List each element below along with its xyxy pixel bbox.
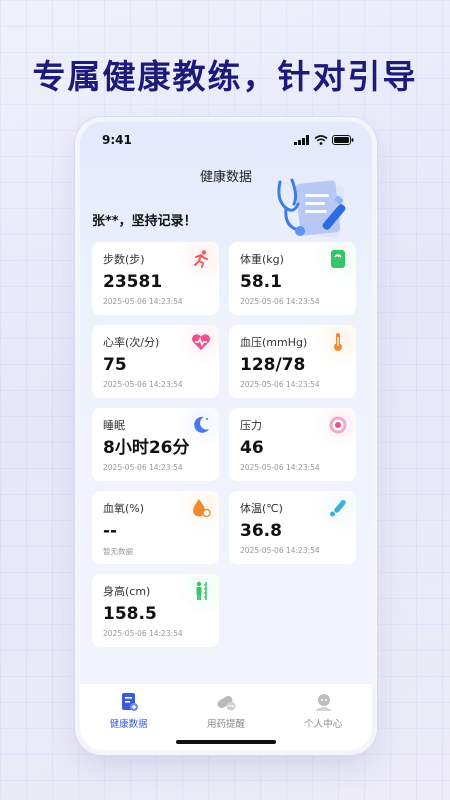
card-steps[interactable]: 步数(步) 23581 2025-05-06 14:23:54 — [92, 242, 219, 315]
signal-icon — [294, 135, 309, 145]
card-heart-rate[interactable]: 心率(次/分) 75 2025-05-06 14:23:54 — [92, 325, 219, 398]
card-stress[interactable]: 压力 46 2025-05-06 14:23:54 — [229, 408, 356, 481]
greeting-text: 张**，坚持记录！ — [92, 214, 197, 229]
running-icon — [191, 249, 211, 269]
health-cards-grid: 步数(步) 23581 2025-05-06 14:23:54 体重(kg) 5… — [92, 242, 358, 647]
promo-headline: 专属健康教练，针对引导 — [32, 57, 418, 96]
card-weight[interactable]: 体重(kg) 58.1 2025-05-06 14:23:54 — [229, 242, 356, 315]
user-icon — [313, 692, 333, 712]
thermometer-icon — [328, 332, 348, 352]
card-blood-pressure[interactable]: 血压(mmHg) 128/78 2025-05-06 14:23:54 — [229, 325, 356, 398]
heart-icon — [191, 332, 211, 352]
status-icons — [294, 135, 354, 145]
tab-personal-center[interactable]: 个人中心 — [283, 692, 363, 750]
card-timestamp: 2025-05-06 14:23:54 — [240, 297, 320, 306]
card-timestamp: 2025-05-06 14:23:54 — [240, 463, 320, 472]
card-timestamp: 2025-05-06 14:23:54 — [103, 297, 183, 306]
card-timestamp: 2025-05-06 14:23:54 — [103, 463, 183, 472]
tab-label: 个人中心 — [304, 719, 343, 730]
phone-screen: 9:41 健康数据 张**，坚持记录！ 步数(步) 23581 2025-05-… — [80, 122, 372, 750]
wifi-icon — [314, 135, 328, 145]
card-height[interactable]: 身高(cm) 158.5 2025-05-06 14:23:54 — [92, 574, 219, 647]
clipboard-stethoscope-illustration — [272, 174, 358, 246]
pill-icon — [216, 692, 236, 712]
tab-label: 用药提醒 — [206, 719, 245, 730]
card-timestamp: 2025-05-06 14:23:54 — [240, 380, 320, 389]
scale-icon — [328, 249, 348, 269]
card-timestamp: 暂无数据 — [103, 547, 133, 556]
home-indicator — [176, 740, 276, 744]
card-sleep[interactable]: 睡眠 8小时26分 2025-05-06 14:23:54 — [92, 408, 219, 481]
tab-label: 健康数据 — [109, 719, 148, 730]
thermometer-pen-icon — [328, 498, 348, 518]
card-timestamp: 2025-05-06 14:23:54 — [103, 629, 183, 638]
status-bar: 9:41 — [80, 122, 372, 158]
card-blood-oxygen[interactable]: 血氧(%) -- 暂无数据 — [92, 491, 219, 564]
card-temperature[interactable]: 体温(℃) 36.8 2025-05-06 14:23:54 — [229, 491, 356, 564]
card-timestamp: 2025-05-06 14:23:54 — [103, 380, 183, 389]
card-timestamp: 2025-05-06 14:23:54 — [240, 546, 320, 555]
height-ruler-icon — [191, 581, 211, 601]
health-data-icon — [119, 692, 139, 712]
target-icon — [328, 415, 348, 435]
moon-icon — [191, 415, 211, 435]
tab-health-data[interactable]: 健康数据 — [89, 692, 169, 750]
status-time: 9:41 — [102, 133, 132, 147]
oxygen-drop-icon — [191, 498, 211, 518]
battery-icon — [332, 135, 354, 145]
